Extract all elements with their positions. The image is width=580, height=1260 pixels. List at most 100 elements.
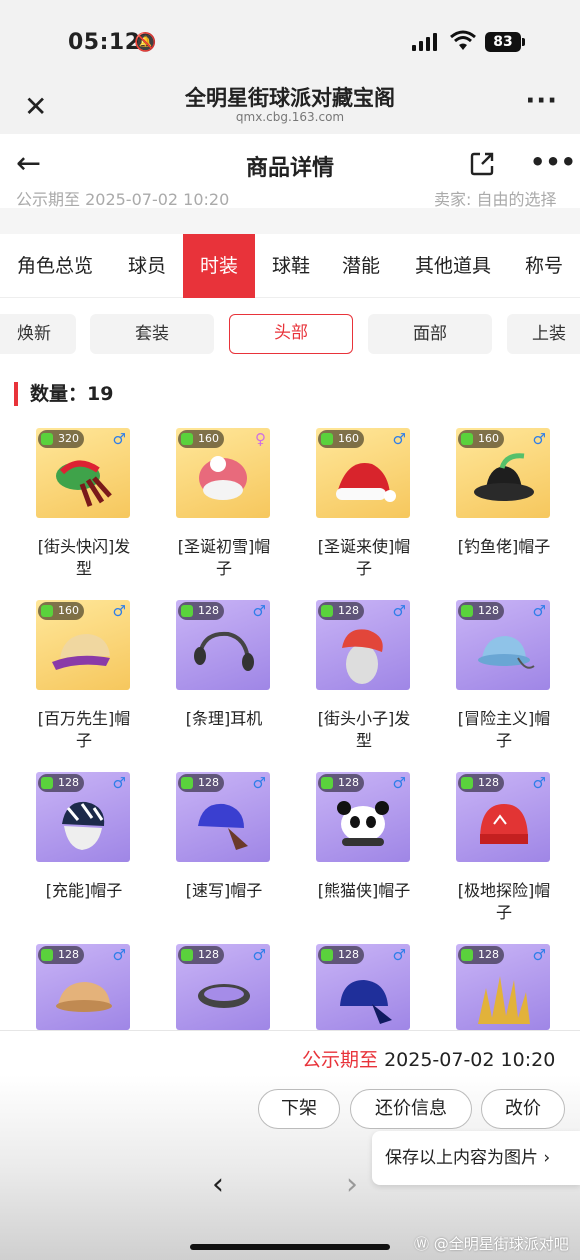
list-item[interactable]: 128 ♂ [极地探险]帽子: [420, 764, 560, 936]
spike-hair-icon: [478, 976, 530, 1024]
list-item[interactable]: 128 ♂ [条理]耳机: [140, 592, 280, 764]
subtab-set[interactable]: 套装: [90, 314, 214, 354]
level-badge: 160: [38, 602, 84, 620]
bucket-hat-icon: [474, 453, 534, 501]
item-count: 数量：19: [14, 382, 113, 406]
change-price-button[interactable]: 改价: [481, 1089, 565, 1129]
list-item[interactable]: 160 ♂ [圣诞来使]帽子: [280, 420, 420, 592]
subtab-face[interactable]: 面部: [368, 314, 492, 354]
category-tabs: 角色总览 球员 时装 球鞋 潜能 其他道具 称号: [0, 234, 580, 298]
du-rag-icon: [340, 980, 392, 1024]
list-item[interactable]: 160 ♂ [百万先生]帽子: [0, 592, 140, 764]
wifi-icon: [450, 30, 476, 50]
item-name: [百万先生]帽子: [37, 709, 131, 750]
list-item[interactable]: 320 ♂ [街头快闪]发型: [0, 420, 140, 592]
home-indicator: [190, 1244, 390, 1250]
delist-button[interactable]: 下架: [258, 1089, 340, 1129]
item-card: 160 ♂: [316, 428, 410, 518]
status-time: 05:12: [68, 30, 141, 55]
item-name: [充能]帽子: [45, 881, 123, 900]
scrolled-info-peek: 公示期至 2025-07-02 10:20 卖家: 自由的选择: [0, 186, 580, 208]
item-card: 128 ♂: [316, 772, 410, 862]
list-item[interactable]: 128 ♂ [街头小子]发型: [280, 592, 420, 764]
level-badge: 128: [178, 946, 224, 964]
blue-cap-icon: [478, 636, 535, 669]
item-card: 128 ♂: [176, 944, 270, 1030]
item-card: 160 ♂: [456, 428, 550, 518]
save-as-image-button[interactable]: 保存以上内容为图片 ›: [372, 1131, 580, 1185]
tab-other-items[interactable]: 其他道具: [402, 234, 504, 298]
level-badge: 128: [318, 774, 364, 792]
item-card: 128 ♂: [176, 600, 270, 690]
item-name: [街头小子]发型: [317, 709, 411, 750]
item-card: 128 ♂: [316, 944, 410, 1030]
male-icon: ♂: [392, 774, 406, 792]
item-name: [极地探险]帽子: [457, 881, 551, 922]
male-icon: ♂: [532, 774, 546, 792]
counter-offer-button[interactable]: 还价信息: [350, 1089, 472, 1129]
male-icon: ♂: [112, 774, 126, 792]
tab-overview[interactable]: 角色总览: [6, 234, 104, 298]
knit-beanie-icon: [480, 804, 528, 844]
nav-forward-icon[interactable]: ›: [346, 1167, 358, 1202]
item-card: 128 ♂: [316, 600, 410, 690]
subtab-renew[interactable]: 焕新: [0, 314, 76, 354]
section-divider: [0, 208, 580, 234]
santa-hat-icon: [336, 463, 396, 502]
red-hair-icon: [342, 629, 383, 684]
peek-publicity: 公示期至 2025-07-02 10:20: [16, 190, 230, 208]
bottom-panel: 公示期至 2025-07-02 10:20 下架 还价信息 改价 保存以上内容为…: [0, 1030, 580, 1260]
item-count-label: 数量：: [30, 383, 88, 405]
tab-titles[interactable]: 称号: [512, 234, 576, 298]
level-badge: 160: [458, 430, 504, 448]
male-icon: ♂: [252, 602, 266, 620]
more-dots-icon[interactable]: •••: [530, 148, 576, 176]
list-item[interactable]: 128 ♂ [冒险主义]帽子: [420, 592, 560, 764]
list-item[interactable]: 128 ♂ [速写]帽子: [140, 764, 280, 936]
subtab-head[interactable]: 头部: [229, 314, 353, 354]
male-icon: ♂: [112, 430, 126, 448]
level-badge: 160: [318, 430, 364, 448]
list-item[interactable]: 160 ♀ [圣诞初雪]帽子: [140, 420, 280, 592]
more-menu-icon[interactable]: ···: [525, 86, 558, 116]
level-badge: 128: [458, 602, 504, 620]
tab-shoes[interactable]: 球鞋: [256, 234, 326, 298]
subtab-renew-label: 焕新: [17, 324, 51, 344]
item-card: 128 ♂: [456, 944, 550, 1030]
nav-back-icon[interactable]: ‹: [212, 1167, 224, 1202]
item-card: 128 ♂: [456, 772, 550, 862]
item-card: 128 ♂: [456, 600, 550, 690]
publicity-label: 公示期至: [302, 1049, 379, 1071]
browser-url: qmx.cbg.163.com: [235, 110, 345, 124]
dreadlock-hair-icon: [56, 460, 112, 507]
male-icon: ♂: [252, 774, 266, 792]
item-name: [圣诞初雪]帽子: [177, 537, 271, 578]
level-badge: 128: [38, 774, 84, 792]
tab-fashion[interactable]: 时装: [183, 234, 255, 298]
level-badge: 128: [178, 602, 224, 620]
item-card: 160 ♀: [176, 428, 270, 518]
level-badge: 128: [458, 774, 504, 792]
peek-seller: 卖家: 自由的选择: [434, 190, 557, 208]
level-badge: 128: [458, 946, 504, 964]
share-icon[interactable]: [468, 150, 496, 178]
list-item[interactable]: 160 ♂ [钓鱼佬]帽子: [420, 420, 560, 592]
tab-potential[interactable]: 潜能: [328, 234, 394, 298]
level-badge: 128: [318, 602, 364, 620]
item-card: 128 ♂: [176, 772, 270, 862]
list-item[interactable]: 128 ♂ [充能]帽子: [0, 764, 140, 936]
level-badge: 160: [178, 430, 224, 448]
subtab-top[interactable]: 上装: [507, 314, 580, 354]
male-icon: ♂: [112, 946, 126, 964]
list-item[interactable]: 128 ♂ [熊猫侠]帽子: [280, 764, 420, 936]
item-name: [条理]耳机: [185, 709, 263, 728]
cellular-signal-icon: [412, 33, 437, 51]
male-icon: ♂: [112, 602, 126, 620]
panda-hat-icon: [337, 801, 389, 846]
tab-players[interactable]: 球员: [112, 234, 182, 298]
male-icon: ♂: [392, 602, 406, 620]
subtab-top-label: 上装: [532, 324, 566, 344]
male-icon: ♂: [252, 946, 266, 964]
bandana-icon: [198, 803, 248, 850]
item-count-value: 19: [87, 383, 114, 405]
